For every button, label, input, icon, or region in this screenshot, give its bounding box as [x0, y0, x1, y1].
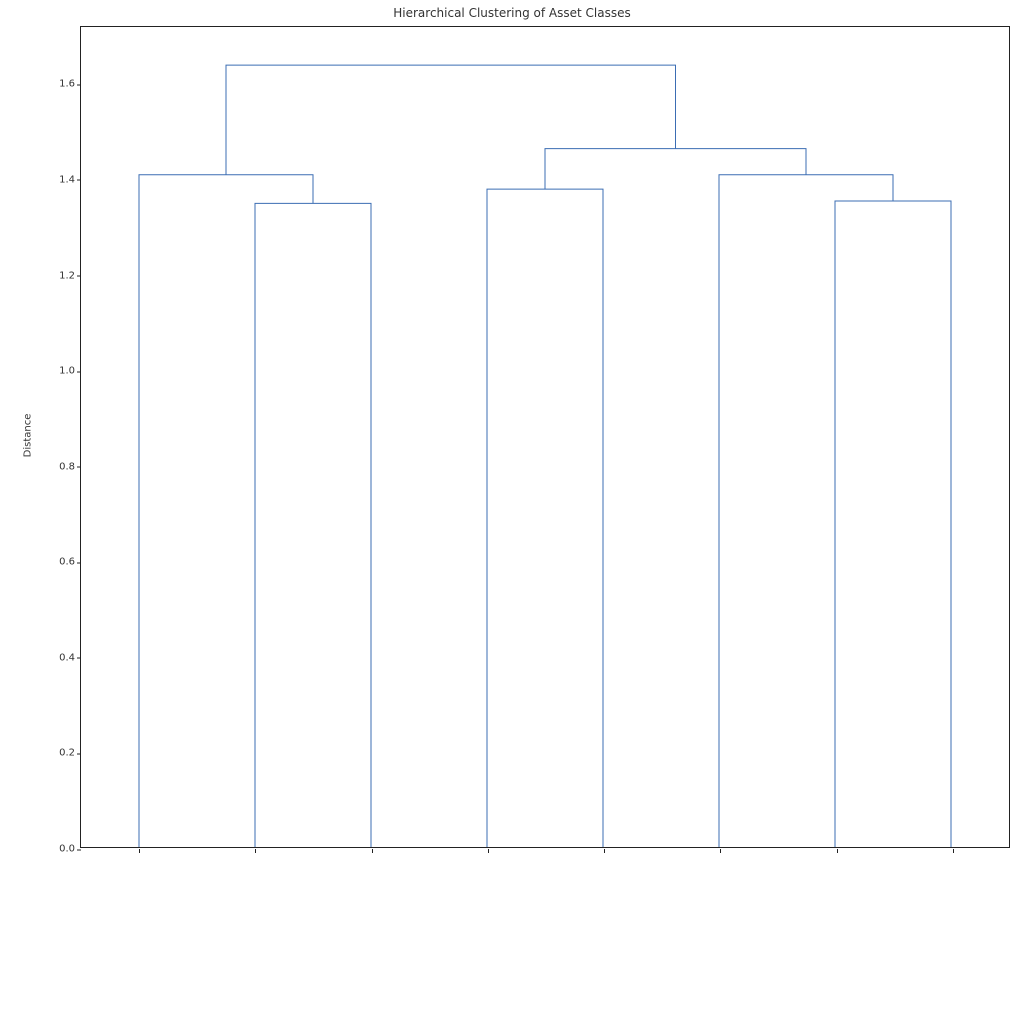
dendro-link — [255, 203, 371, 847]
x-tick-label: Gold — [479, 856, 495, 1012]
y-tick: 0.2 — [35, 748, 75, 759]
x-tick — [488, 849, 489, 853]
y-tick: 0.4 — [35, 652, 75, 663]
dendro-link — [226, 65, 676, 175]
x-tick — [372, 849, 373, 853]
dendro-link — [545, 149, 806, 190]
x-tick-label: Inflation-Linked Bonds — [363, 856, 379, 1012]
y-tick: 0.8 — [35, 461, 75, 472]
x-tick — [604, 849, 605, 853]
x-tick — [720, 849, 721, 853]
y-tick: 1.0 — [35, 366, 75, 377]
y-axis-label-container: Distance — [18, 0, 30, 1012]
y-tick: 1.2 — [35, 270, 75, 281]
y-tick: 1.6 — [35, 79, 75, 90]
y-axis-label: Distance — [23, 396, 34, 476]
y-tick: 1.4 — [35, 174, 75, 185]
x-tick — [139, 849, 140, 853]
x-tick-label: Nominal Bonds — [944, 856, 960, 1012]
dendro-link — [835, 201, 951, 847]
x-tick-label: Commodities — [595, 856, 611, 1012]
x-tick — [953, 849, 954, 853]
dendro-link — [139, 175, 313, 847]
y-tick: 0.6 — [35, 557, 75, 568]
chart-title: Hierarchical Clustering of Asset Classes — [0, 6, 1024, 20]
x-tick-label: Investment Grade Credit — [130, 856, 146, 1012]
dendro-link — [487, 189, 603, 847]
x-tick — [837, 849, 838, 853]
x-tick — [255, 849, 256, 853]
axes-area: 0.00.20.40.60.81.01.21.41.6 — [80, 26, 1010, 848]
y-tick: 0.0 — [35, 844, 75, 855]
x-tick-label: Healthcare — [711, 856, 727, 1012]
dendrogram-lines — [81, 27, 1009, 847]
figure: Hierarchical Clustering of Asset Classes… — [0, 0, 1024, 1012]
dendro-link — [719, 175, 893, 847]
x-tick-label: High Yield Credit — [246, 856, 262, 1012]
x-tick-label: Technology — [828, 856, 844, 1012]
